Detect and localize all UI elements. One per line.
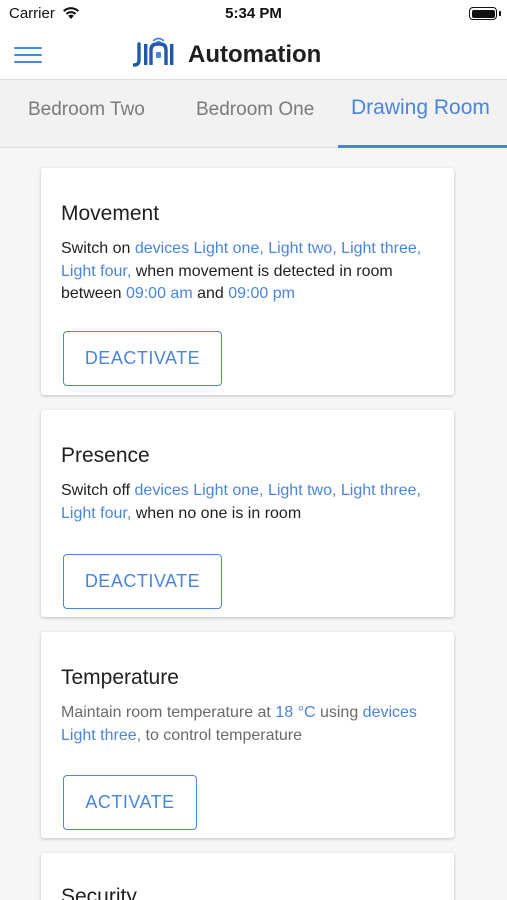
automation-card-movement: Movement Switch on devices Light one, Li…	[41, 168, 454, 395]
temperature-link[interactable]: 18 °C	[275, 704, 315, 721]
automation-card-security: Security	[41, 853, 454, 900]
battery-tip	[499, 11, 501, 16]
battery-icon	[469, 7, 497, 20]
app-header: Automation	[0, 28, 507, 80]
tab-bedroom-two[interactable]: Bedroom Two	[28, 80, 145, 148]
desc-text: when no one is in room	[131, 504, 302, 522]
app-title: Automation	[188, 41, 322, 68]
desc-text: to control temperature	[141, 726, 303, 744]
desc-text: Switch on	[61, 240, 135, 257]
card-title: Temperature	[61, 666, 179, 689]
card-title: Presence	[61, 444, 150, 467]
card-description: Switch on devices Light one, Light two, …	[61, 238, 431, 306]
activate-button[interactable]: ACTIVATE	[63, 775, 197, 830]
card-title: Security	[61, 885, 137, 900]
desc-text: using	[315, 704, 363, 721]
deactivate-button[interactable]: DEACTIVATE	[63, 331, 222, 386]
status-time: 5:34 PM	[225, 5, 282, 22]
jiai-logo	[133, 37, 174, 67]
start-time-link[interactable]: 09:00 am	[126, 285, 193, 302]
room-tabs: Bedroom Two Bedroom One Drawing Room	[0, 80, 507, 148]
desc-text: Maintain room temperature at	[61, 704, 276, 721]
automation-card-temperature: Temperature Maintain room temperature at…	[41, 632, 454, 838]
tab-bedroom-one[interactable]: Bedroom One	[196, 80, 314, 148]
deactivate-button[interactable]: DEACTIVATE	[63, 554, 222, 609]
card-description: Switch off devices Light one, Light two,…	[61, 480, 431, 525]
menu-icon[interactable]	[14, 42, 46, 68]
automation-card-presence: Presence Switch off devices Light one, L…	[41, 410, 454, 617]
end-time-link[interactable]: 09:00 pm	[228, 285, 295, 302]
active-tab-indicator	[338, 145, 507, 148]
tab-drawing-room[interactable]: Drawing Room	[351, 80, 490, 148]
card-description: Maintain room temperature at 18 °C using…	[61, 702, 431, 747]
card-title: Movement	[61, 202, 160, 225]
status-bar: Carrier 5:34 PM	[0, 0, 507, 28]
desc-text: Switch off	[61, 482, 135, 499]
desc-text: and	[192, 285, 229, 302]
